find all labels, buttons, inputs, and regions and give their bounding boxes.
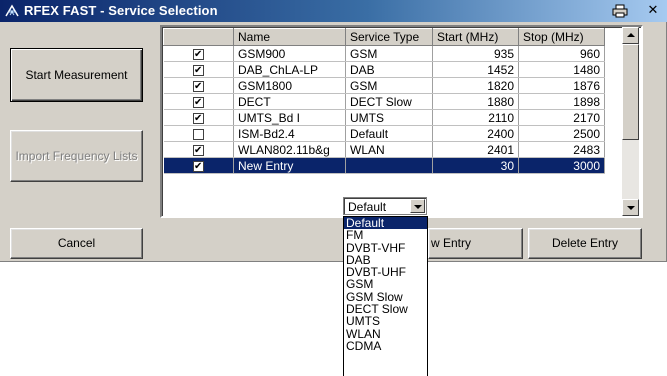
stop-cell[interactable]: 3000 (518, 157, 605, 174)
stop-cell[interactable]: 2170 (518, 109, 605, 126)
close-icon[interactable]: ✕ (645, 3, 661, 18)
column-header-service-type[interactable]: Service Type (345, 28, 433, 46)
cancel-button[interactable]: Cancel (10, 228, 143, 259)
table-row[interactable]: ✔ GSM1800 GSM 1820 1876 (163, 77, 605, 94)
name-cell[interactable]: ISM-Bd2.4 (233, 125, 346, 142)
title-bar[interactable]: RFEX FAST - Service Selection ✕ (0, 0, 667, 22)
window-title: RFEX FAST - Service Selection (24, 3, 218, 18)
enable-checkbox[interactable]: ✔ (192, 160, 204, 172)
name-cell[interactable]: DAB_ChLA-LP (233, 61, 346, 78)
start-measurement-button[interactable]: Start Measurement (10, 48, 143, 102)
table-row-selected[interactable]: ✔ New Entry 30 3000 (163, 157, 605, 174)
chevron-down-icon[interactable] (410, 199, 425, 213)
delete-entry-button[interactable]: Delete Entry (528, 228, 642, 259)
enable-cell[interactable]: ✔ (163, 141, 234, 158)
stop-cell[interactable]: 1876 (518, 77, 605, 94)
enable-checkbox[interactable]: ✔ (192, 64, 204, 76)
table-row[interactable]: ✔ WLAN802.11b&g WLAN 2401 2483 (163, 141, 605, 158)
stop-cell[interactable]: 960 (518, 45, 605, 62)
stop-cell[interactable]: 1898 (518, 93, 605, 110)
enable-cell[interactable]: ✔ (163, 93, 234, 110)
dropdown-option[interactable]: CDMA (344, 340, 427, 352)
column-header-stop[interactable]: Stop (MHz) (518, 28, 605, 46)
stop-cell[interactable]: 2483 (518, 141, 605, 158)
table-header-row: Name Service Type Start (MHz) Stop (MHz) (163, 28, 605, 46)
start-cell[interactable]: 1820 (432, 77, 519, 94)
scroll-down-icon[interactable] (622, 199, 639, 216)
enable-checkbox[interactable] (192, 128, 204, 140)
service-type-cell[interactable]: Default (345, 125, 433, 142)
enable-cell[interactable] (163, 125, 234, 142)
scroll-up-icon[interactable] (622, 27, 639, 44)
row-header-corner (163, 28, 234, 46)
service-type-cell[interactable]: WLAN (345, 141, 433, 158)
enable-checkbox[interactable]: ✔ (192, 80, 204, 92)
service-grid: Name Service Type Start (MHz) Stop (MHz)… (160, 25, 643, 218)
import-frequency-lists-button[interactable]: Import Frequency Lists (10, 130, 143, 182)
name-cell[interactable]: New Entry (233, 157, 346, 174)
service-table: Name Service Type Start (MHz) Stop (MHz)… (163, 28, 605, 174)
service-selection-window: RFEX FAST - Service Selection ✕ Start Me… (0, 0, 667, 262)
service-type-cell[interactable]: GSM (345, 77, 433, 94)
name-cell[interactable]: WLAN802.11b&g (233, 141, 346, 158)
enable-cell[interactable]: ✔ (163, 157, 234, 174)
service-type-cell[interactable]: DAB (345, 61, 433, 78)
table-row[interactable]: ✔ DAB_ChLA-LP DAB 1452 1480 (163, 61, 605, 78)
service-type-combobox-value: Default (348, 200, 387, 214)
table-row[interactable]: ✔ DECT DECT Slow 1880 1898 (163, 93, 605, 110)
enable-checkbox[interactable]: ✔ (192, 96, 204, 108)
service-type-cell[interactable]: UMTS (345, 109, 433, 126)
table-row[interactable]: ✔ UMTS_Bd I UMTS 2110 2170 (163, 109, 605, 126)
enable-checkbox[interactable]: ✔ (192, 48, 204, 60)
scrollbar-thumb[interactable] (622, 44, 639, 140)
new-entry-button[interactable]: w Entry (428, 228, 523, 259)
name-cell[interactable]: DECT (233, 93, 346, 110)
start-cell[interactable]: 30 (432, 157, 519, 174)
enable-checkbox[interactable]: ✔ (192, 144, 204, 156)
enable-cell[interactable]: ✔ (163, 109, 234, 126)
column-header-name[interactable]: Name (233, 28, 346, 46)
name-cell[interactable]: UMTS_Bd I (233, 109, 346, 126)
dropdown-option[interactable]: UMTS (344, 315, 427, 327)
enable-cell[interactable]: ✔ (163, 45, 234, 62)
enable-checkbox[interactable]: ✔ (192, 112, 204, 124)
stop-cell[interactable]: 2500 (518, 125, 605, 142)
dropdown-option[interactable]: GSM (344, 278, 427, 290)
service-type-cell[interactable]: DECT Slow (345, 93, 433, 110)
name-cell[interactable]: GSM1800 (233, 77, 346, 94)
service-type-dropdown-list[interactable]: Default FM DVBT-VHF DAB DVBT-UHF GSM GSM… (343, 216, 428, 376)
service-type-cell[interactable] (345, 157, 433, 174)
printer-icon[interactable] (612, 4, 628, 18)
vertical-scrollbar[interactable] (622, 27, 639, 216)
start-cell[interactable]: 2401 (432, 141, 519, 158)
dropdown-option[interactable]: FM (344, 229, 427, 241)
service-type-combobox[interactable]: Default (343, 197, 427, 215)
table-row[interactable]: ✔ GSM900 GSM 935 960 (163, 45, 605, 62)
name-cell[interactable]: GSM900 (233, 45, 346, 62)
table-row[interactable]: ISM-Bd2.4 Default 2400 2500 (163, 125, 605, 142)
start-cell[interactable]: 935 (432, 45, 519, 62)
enable-cell[interactable]: ✔ (163, 77, 234, 94)
start-cell[interactable]: 2400 (432, 125, 519, 142)
service-type-cell[interactable]: GSM (345, 45, 433, 62)
column-header-start[interactable]: Start (MHz) (432, 28, 519, 46)
enable-cell[interactable]: ✔ (163, 61, 234, 78)
stop-cell[interactable]: 1480 (518, 61, 605, 78)
start-cell[interactable]: 2110 (432, 109, 519, 126)
start-cell[interactable]: 1452 (432, 61, 519, 78)
rfex-app-icon (5, 4, 19, 17)
start-cell[interactable]: 1880 (432, 93, 519, 110)
